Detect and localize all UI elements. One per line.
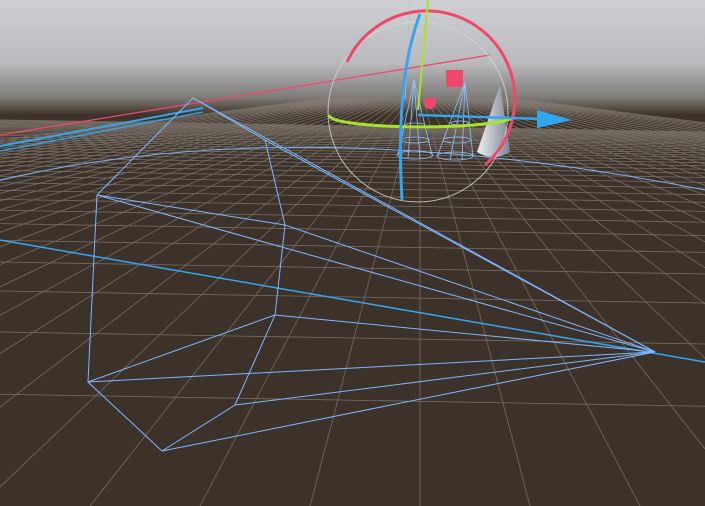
3d-viewport[interactable] xyxy=(0,0,705,506)
scene-canvas[interactable] xyxy=(0,0,705,506)
x-scale-handle[interactable] xyxy=(424,97,436,109)
x-plane-handle[interactable] xyxy=(446,70,463,87)
sky xyxy=(0,0,705,115)
